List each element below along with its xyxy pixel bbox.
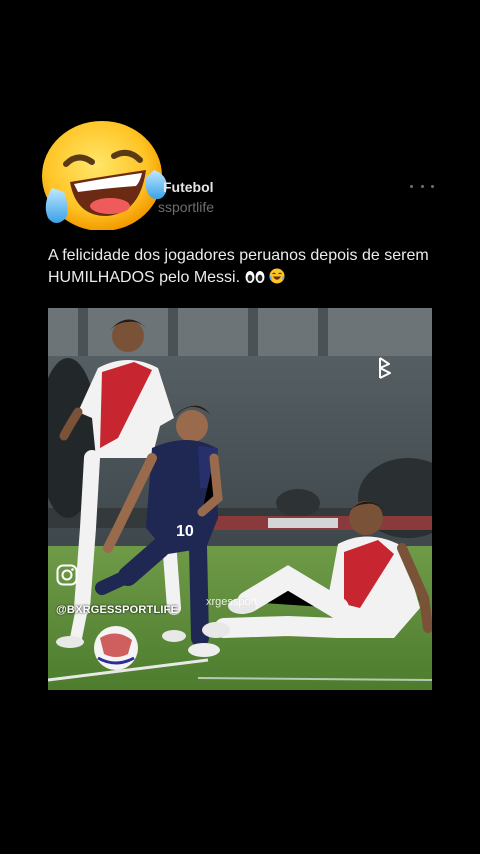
author-name[interactable]: Futebol [163, 179, 214, 195]
instagram-icon [56, 564, 78, 586]
more-dots-icon [410, 184, 413, 188]
football-photo: 10 [48, 308, 432, 690]
laughing-icon [269, 268, 285, 284]
watermark-center: xrgessport [206, 596, 258, 608]
eyes-icon [245, 271, 264, 283]
laughing-emoji-avatar-icon[interactable] [36, 118, 168, 230]
caption-text: A felicidade dos jogadores peruanos depo… [48, 247, 429, 286]
author-handle[interactable]: ssportlife [158, 199, 214, 215]
brand-b-icon [379, 357, 391, 379]
post-card: Futebol ssportlife A felicidade dos joga… [0, 0, 480, 854]
jersey-number: 10 [176, 523, 194, 540]
watermark-handle: @BXRGESSPORTLIFE [56, 604, 179, 616]
post-media-photo[interactable]: 10 @BXRGESSPORTLIFE xrgessport [48, 308, 432, 690]
football-ball [94, 626, 138, 670]
post-caption: A felicidade dos jogadores peruanos depo… [48, 245, 448, 289]
more-options-button[interactable] [410, 178, 434, 194]
